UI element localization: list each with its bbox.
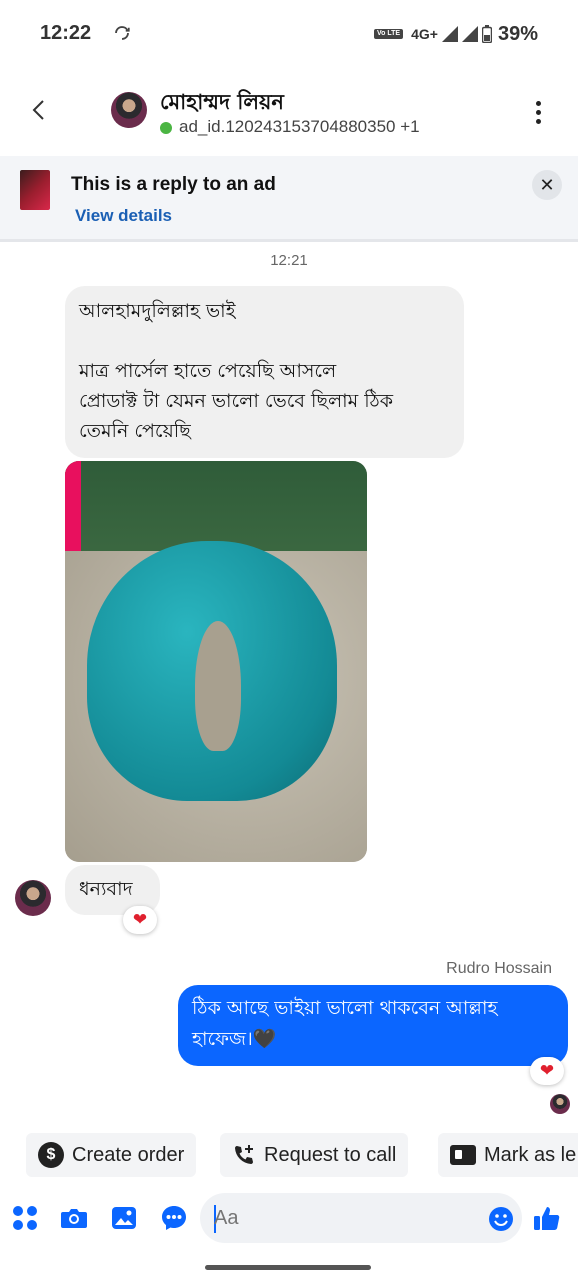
- volte-icon: Vo LTE: [374, 29, 404, 39]
- request-to-call-label: Request to call: [264, 1143, 397, 1166]
- id-card-icon: [450, 1145, 476, 1165]
- status-bar: 12:22 Vo LTE 4G+ 39%: [0, 0, 578, 70]
- more-dot-icon: [535, 100, 541, 106]
- heart-reaction[interactable]: ❤: [123, 906, 157, 934]
- message-line: তেমনি পেয়েছি: [79, 420, 191, 442]
- message-line: আলহামদুলিল্লাহ ভাই: [79, 300, 236, 322]
- close-banner-button[interactable]: ✕: [532, 170, 562, 200]
- heart-icon: ❤: [539, 1061, 555, 1081]
- create-order-label: Create order: [72, 1143, 185, 1166]
- chat-bubble-icon: [162, 1206, 186, 1230]
- online-status-icon: [160, 122, 172, 134]
- sync-icon: [115, 26, 130, 40]
- seen-avatar: [550, 1094, 570, 1114]
- battery-icon: [481, 25, 492, 43]
- more-options-button[interactable]: [526, 98, 550, 126]
- outgoing-message-bubble[interactable]: ঠিক আছে ভাইয়া ভালো থাকবেন আল্লাহ হাফেজ।…: [178, 985, 568, 1066]
- message-line: মাত্র পার্সেল হাতে পেয়েছি আসলে: [79, 360, 337, 382]
- contact-subtitle: ad_id.120243153704880350 +1: [179, 117, 420, 136]
- more-dot-icon: [535, 118, 541, 124]
- sender-avatar[interactable]: [15, 880, 51, 916]
- status-indicators: Vo LTE 4G+ 39%: [374, 22, 538, 46]
- dollar-icon: $: [38, 1142, 64, 1168]
- message-input[interactable]: [214, 1203, 464, 1233]
- battery-percent: 39%: [497, 22, 538, 45]
- back-button[interactable]: [24, 96, 52, 124]
- create-order-button[interactable]: $ Create order: [26, 1133, 197, 1177]
- camera-button[interactable]: [60, 1204, 88, 1232]
- status-time: 12:22: [40, 22, 92, 44]
- view-details-link[interactable]: View details: [75, 206, 172, 226]
- more-dot-icon: [535, 109, 541, 115]
- back-arrow-icon: [32, 100, 44, 120]
- mark-as-lead-button[interactable]: Mark as le: [438, 1133, 578, 1177]
- ad-reply-banner: This is a reply to an ad View details ✕: [0, 156, 578, 242]
- network-type: 4G+: [411, 26, 438, 42]
- incoming-photo-message[interactable]: [65, 461, 367, 862]
- message-input-wrapper: [200, 1193, 522, 1243]
- incoming-message-bubble[interactable]: আলহামদুলিল্লাহ ভাই মাত্র পার্সেল হাতে পে…: [65, 286, 464, 458]
- message-line: হাফেজ।🖤: [192, 1028, 277, 1050]
- home-indicator[interactable]: [205, 1265, 371, 1270]
- apps-button[interactable]: [11, 1204, 39, 1232]
- neck-pillow-opening: [195, 621, 241, 751]
- phone-add-icon: [235, 1145, 253, 1164]
- signal-icon-2: [461, 26, 478, 42]
- like-button[interactable]: [533, 1204, 561, 1232]
- message-line-blank: [79, 326, 450, 356]
- saved-replies-button[interactable]: [160, 1204, 188, 1232]
- ad-banner-title: This is a reply to an ad: [71, 174, 276, 195]
- gallery-button[interactable]: [110, 1204, 138, 1232]
- camera-icon: [61, 1209, 87, 1228]
- sender-name: Rudro Hossain: [446, 960, 552, 977]
- message-text: ধন্যবাদ: [79, 878, 133, 900]
- quick-actions-bar: $ Create order Request to call Mark as l…: [0, 1130, 578, 1180]
- heart-reaction[interactable]: ❤: [530, 1057, 564, 1085]
- four-dots-icon: [13, 1206, 37, 1230]
- mark-as-lead-label: Mark as le: [484, 1143, 577, 1166]
- request-to-call-button[interactable]: Request to call: [220, 1133, 409, 1177]
- contact-name[interactable]: মোহাম্মদ লিয়ন: [160, 86, 284, 121]
- close-icon: ✕: [539, 174, 555, 196]
- conversation-header: মোহাম্মদ লিয়ন ad_id.120243153704880350 …: [0, 70, 578, 156]
- signal-icon: [441, 26, 458, 42]
- ad-thumbnail[interactable]: [20, 170, 50, 210]
- contact-avatar[interactable]: [111, 92, 147, 128]
- message-composer: [0, 1190, 578, 1250]
- message-timestamp: 12:21: [270, 252, 308, 269]
- message-line: ঠিক আছে ভাইয়া ভালো থাকবেন আল্লাহ: [192, 997, 498, 1019]
- heart-icon: ❤: [132, 910, 148, 930]
- emoji-icon[interactable]: [488, 1206, 514, 1232]
- image-icon: [112, 1207, 136, 1229]
- photo-detail: [65, 461, 81, 561]
- message-line: প্রোডাক্ট টা যেমন ভালো ভেবে ছিলাম ঠিক: [79, 390, 394, 412]
- thumbs-up-icon: [534, 1207, 560, 1230]
